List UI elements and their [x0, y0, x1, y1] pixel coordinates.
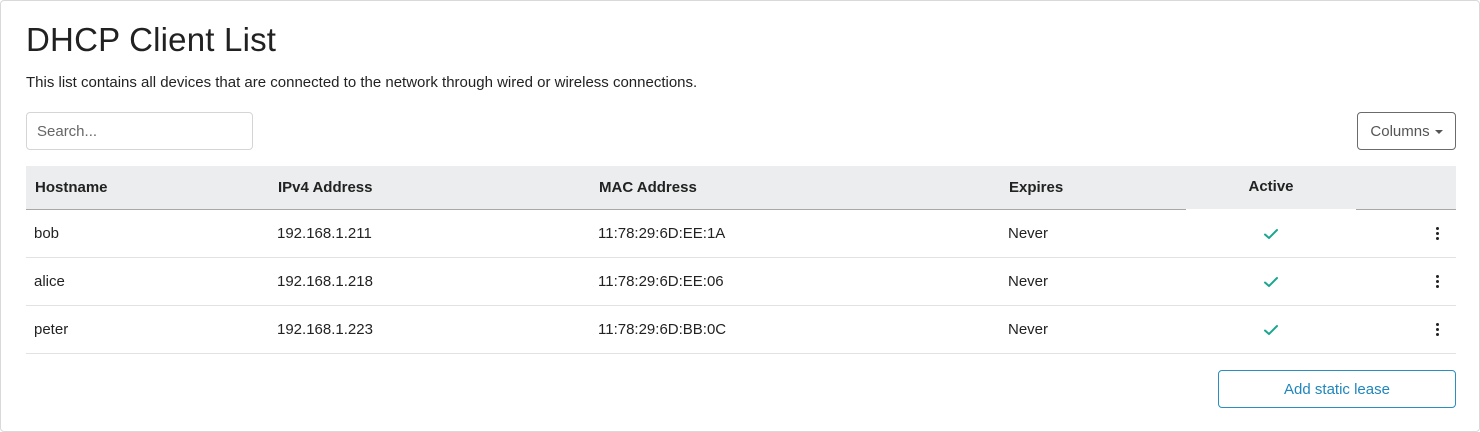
table-row: alice 192.168.1.218 11:78:29:6D:EE:06 Ne… — [26, 258, 1456, 306]
table-row: bob 192.168.1.211 11:78:29:6D:EE:1A Neve… — [26, 210, 1456, 258]
page-title: DHCP Client List — [26, 21, 277, 58]
columns-dropdown-button[interactable]: Columns — [1357, 112, 1456, 150]
row-menu-button[interactable] — [1424, 210, 1450, 257]
dhcp-clients-table: Hostname IPv4 Address MAC Address Expire… — [26, 166, 1456, 354]
column-header-ipv4[interactable]: IPv4 Address — [278, 166, 373, 209]
cell-mac: 11:78:29:6D:EE:1A — [598, 225, 726, 242]
check-icon — [1264, 276, 1278, 287]
cell-mac: 11:78:29:6D:EE:06 — [598, 273, 724, 290]
row-menu-button[interactable] — [1424, 306, 1450, 353]
row-menu-button[interactable] — [1424, 258, 1450, 305]
cell-ipv4: 192.168.1.218 — [277, 273, 373, 290]
cell-hostname: bob — [34, 225, 60, 242]
kebab-menu-icon — [1435, 323, 1439, 336]
add-static-lease-button[interactable]: Add static lease — [1218, 370, 1456, 408]
cell-expires: Never — [1008, 273, 1049, 290]
page-description: This list contains all devices that are … — [26, 74, 698, 91]
kebab-menu-icon — [1435, 275, 1439, 288]
column-header-active[interactable]: Active — [1186, 166, 1356, 206]
search-input[interactable] — [26, 112, 253, 150]
cell-active — [1186, 258, 1356, 305]
caret-down-icon — [1434, 129, 1443, 134]
table-row: peter 192.168.1.223 11:78:29:6D:BB:0C Ne… — [26, 306, 1456, 354]
column-header-expires[interactable]: Expires — [1009, 166, 1063, 209]
table-header-row: Hostname IPv4 Address MAC Address Expire… — [26, 166, 1456, 210]
dhcp-client-list-card: DHCP Client List This list contains all … — [0, 0, 1480, 432]
cell-ipv4: 192.168.1.211 — [277, 225, 372, 242]
cell-active — [1186, 210, 1356, 257]
column-header-active-cell: Active — [1186, 166, 1356, 210]
cell-hostname: peter — [34, 321, 69, 338]
cell-hostname: alice — [34, 273, 65, 290]
cell-expires: Never — [1008, 225, 1049, 242]
kebab-menu-icon — [1435, 227, 1439, 240]
column-header-mac[interactable]: MAC Address — [599, 166, 697, 209]
column-header-hostname[interactable]: Hostname — [35, 166, 108, 209]
cell-mac: 11:78:29:6D:BB:0C — [598, 321, 727, 338]
cell-expires: Never — [1008, 321, 1049, 338]
cell-ipv4: 192.168.1.223 — [277, 321, 373, 338]
check-icon — [1264, 228, 1278, 239]
columns-label: Columns — [1370, 122, 1430, 140]
check-icon — [1264, 324, 1278, 335]
cell-active — [1186, 306, 1356, 353]
